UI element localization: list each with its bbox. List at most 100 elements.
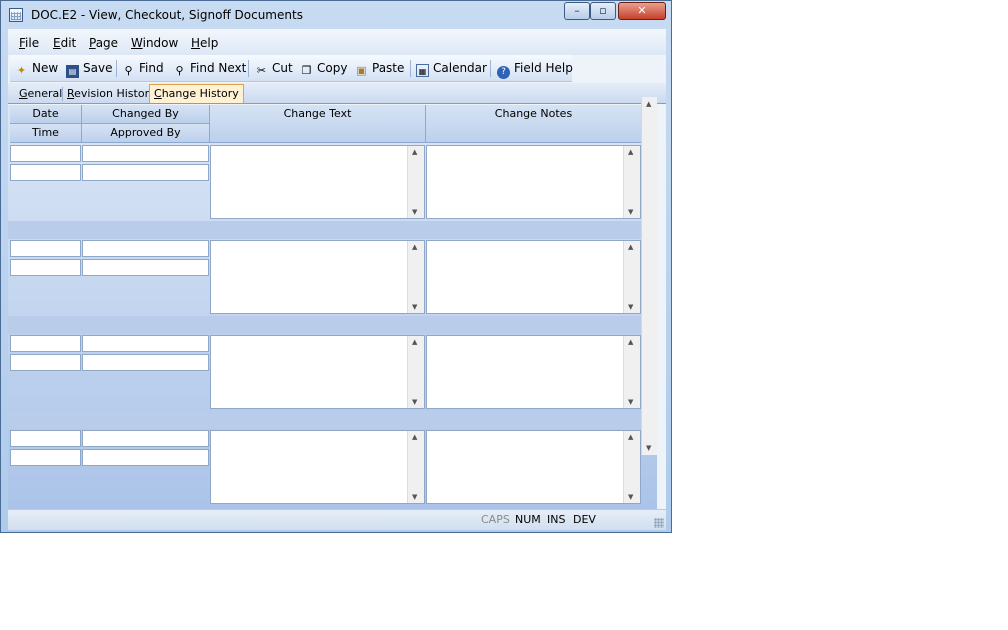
- time-field[interactable]: [10, 354, 81, 371]
- scroll-up-icon[interactable]: ▲: [628, 243, 633, 251]
- record-separator: [8, 316, 641, 334]
- memo-scrollbar[interactable]: ▲ ▼: [623, 431, 640, 503]
- find-next-button[interactable]: ⚲ Find Next: [173, 60, 246, 77]
- changed-by-field[interactable]: [82, 145, 209, 162]
- title-bar[interactable]: DOC.E2 - View, Checkout, Signoff Documen…: [1, 1, 671, 29]
- memo-scrollbar[interactable]: ▲ ▼: [623, 336, 640, 408]
- menu-page[interactable]: Page: [89, 36, 118, 50]
- memo-scrollbar[interactable]: ▲ ▼: [407, 431, 424, 503]
- cut-button[interactable]: ✂ Cut: [255, 60, 293, 77]
- scroll-down-icon[interactable]: ▼: [628, 303, 633, 311]
- scroll-down-icon[interactable]: ▼: [412, 208, 417, 216]
- date-field[interactable]: [10, 335, 81, 352]
- field-help-button[interactable]: ? Field Help: [497, 60, 573, 79]
- scroll-up-icon[interactable]: ▲: [412, 433, 417, 441]
- change-notes-field[interactable]: ▲ ▼: [426, 145, 641, 219]
- approved-by-field[interactable]: [82, 259, 209, 276]
- header-time: Time: [10, 124, 82, 143]
- change-notes-field[interactable]: ▲ ▼: [426, 430, 641, 504]
- scroll-up-icon[interactable]: ▲: [412, 338, 417, 346]
- menu-edit[interactable]: Edit: [53, 36, 76, 50]
- save-button[interactable]: ▤ Save: [66, 60, 112, 78]
- copy-button[interactable]: ❐ Copy: [300, 60, 348, 77]
- changed-by-field[interactable]: [82, 335, 209, 352]
- date-field[interactable]: [10, 430, 81, 447]
- scroll-up-icon[interactable]: ▲: [412, 148, 417, 156]
- ins-indicator: INS: [547, 513, 566, 526]
- change-notes-field[interactable]: ▲ ▼: [426, 335, 641, 409]
- scroll-down-icon[interactable]: ▼: [412, 493, 417, 501]
- help-question-icon: ?: [497, 66, 510, 79]
- tab-general[interactable]: General: [19, 86, 62, 102]
- scroll-down-icon[interactable]: ▼: [412, 398, 417, 406]
- record-separator: [8, 221, 641, 239]
- changed-by-field[interactable]: [82, 430, 209, 447]
- dev-indicator: DEV: [573, 513, 596, 526]
- change-text-field[interactable]: ▲ ▼: [210, 240, 425, 314]
- scroll-up-icon[interactable]: ▲: [628, 148, 633, 156]
- header-date: Date: [10, 105, 82, 124]
- scissors-icon: ✂: [256, 64, 267, 77]
- header-approved-by: Approved By: [82, 124, 210, 143]
- menu-file[interactable]: File: [19, 36, 39, 50]
- memo-scrollbar[interactable]: ▲ ▼: [407, 336, 424, 408]
- change-text-field[interactable]: ▲ ▼: [210, 145, 425, 219]
- scroll-up-icon[interactable]: ▲: [646, 100, 651, 108]
- new-document-icon: ✦: [16, 64, 27, 77]
- calendar-icon: ▦: [416, 64, 429, 77]
- floppy-disk-icon: ▤: [66, 65, 79, 78]
- record-separator: [8, 411, 641, 429]
- approved-by-field[interactable]: [82, 354, 209, 371]
- scroll-down-icon[interactable]: ▼: [646, 444, 651, 452]
- application-window: DOC.E2 - View, Checkout, Signoff Documen…: [0, 0, 672, 533]
- scroll-up-icon[interactable]: ▲: [628, 338, 633, 346]
- change-text-field[interactable]: ▲ ▼: [210, 335, 425, 409]
- memo-scrollbar[interactable]: ▲ ▼: [407, 241, 424, 313]
- copy-icon: ❐: [301, 64, 312, 77]
- new-button[interactable]: ✦ New: [15, 60, 58, 77]
- scroll-up-icon[interactable]: ▲: [628, 433, 633, 441]
- paste-button[interactable]: ▣ Paste: [355, 60, 404, 77]
- window-title: DOC.E2 - View, Checkout, Signoff Documen…: [31, 8, 303, 22]
- find-button[interactable]: ⚲ Find: [122, 60, 163, 77]
- num-indicator: NUM: [515, 513, 541, 526]
- tab-change-history[interactable]: Change History: [149, 84, 244, 103]
- tab-strip: General Revision History Change History: [8, 83, 666, 104]
- scroll-down-icon[interactable]: ▼: [628, 398, 633, 406]
- change-history-grid: Date Time Changed By Approved By Change …: [8, 105, 657, 530]
- header-changed-by: Changed By: [82, 105, 210, 124]
- scroll-down-icon[interactable]: ▼: [628, 493, 633, 501]
- maximize-button[interactable]: ▫: [590, 2, 616, 20]
- caps-indicator: CAPS: [481, 513, 510, 526]
- change-text-field[interactable]: ▲ ▼: [210, 430, 425, 504]
- grid-vertical-scrollbar[interactable]: ▲ ▼: [641, 97, 657, 455]
- scroll-down-icon[interactable]: ▼: [628, 208, 633, 216]
- header-change-text: Change Text: [210, 105, 426, 143]
- approved-by-field[interactable]: [82, 449, 209, 466]
- change-notes-field[interactable]: ▲ ▼: [426, 240, 641, 314]
- memo-scrollbar[interactable]: ▲ ▼: [623, 146, 640, 218]
- memo-scrollbar[interactable]: ▲ ▼: [623, 241, 640, 313]
- scroll-up-icon[interactable]: ▲: [412, 243, 417, 251]
- resize-grip-icon[interactable]: [654, 518, 664, 528]
- minimize-button[interactable]: –: [564, 2, 590, 20]
- approved-by-field[interactable]: [82, 164, 209, 181]
- time-field[interactable]: [10, 164, 81, 181]
- time-field[interactable]: [10, 449, 81, 466]
- date-field[interactable]: [10, 145, 81, 162]
- paste-clipboard-icon: ▣: [356, 64, 367, 77]
- binoculars-icon: ⚲: [124, 64, 133, 77]
- date-field[interactable]: [10, 240, 81, 257]
- close-button[interactable]: ✕: [618, 2, 666, 20]
- status-bar: CAPS NUM INS DEV: [8, 509, 666, 530]
- time-field[interactable]: [10, 259, 81, 276]
- calendar-button[interactable]: ▦ Calendar: [416, 60, 487, 77]
- menu-help[interactable]: Help: [191, 36, 218, 50]
- tab-revision-history[interactable]: Revision History: [67, 86, 156, 102]
- memo-scrollbar[interactable]: ▲ ▼: [407, 146, 424, 218]
- toolbar: ✦ New ▤ Save ⚲ Find ⚲ Find Next ✂ Cut ❐ Copy ▣…: [10, 55, 573, 82]
- menu-window[interactable]: Window: [131, 36, 178, 50]
- app-calendar-icon[interactable]: [9, 8, 23, 22]
- changed-by-field[interactable]: [82, 240, 209, 257]
- scroll-down-icon[interactable]: ▼: [412, 303, 417, 311]
